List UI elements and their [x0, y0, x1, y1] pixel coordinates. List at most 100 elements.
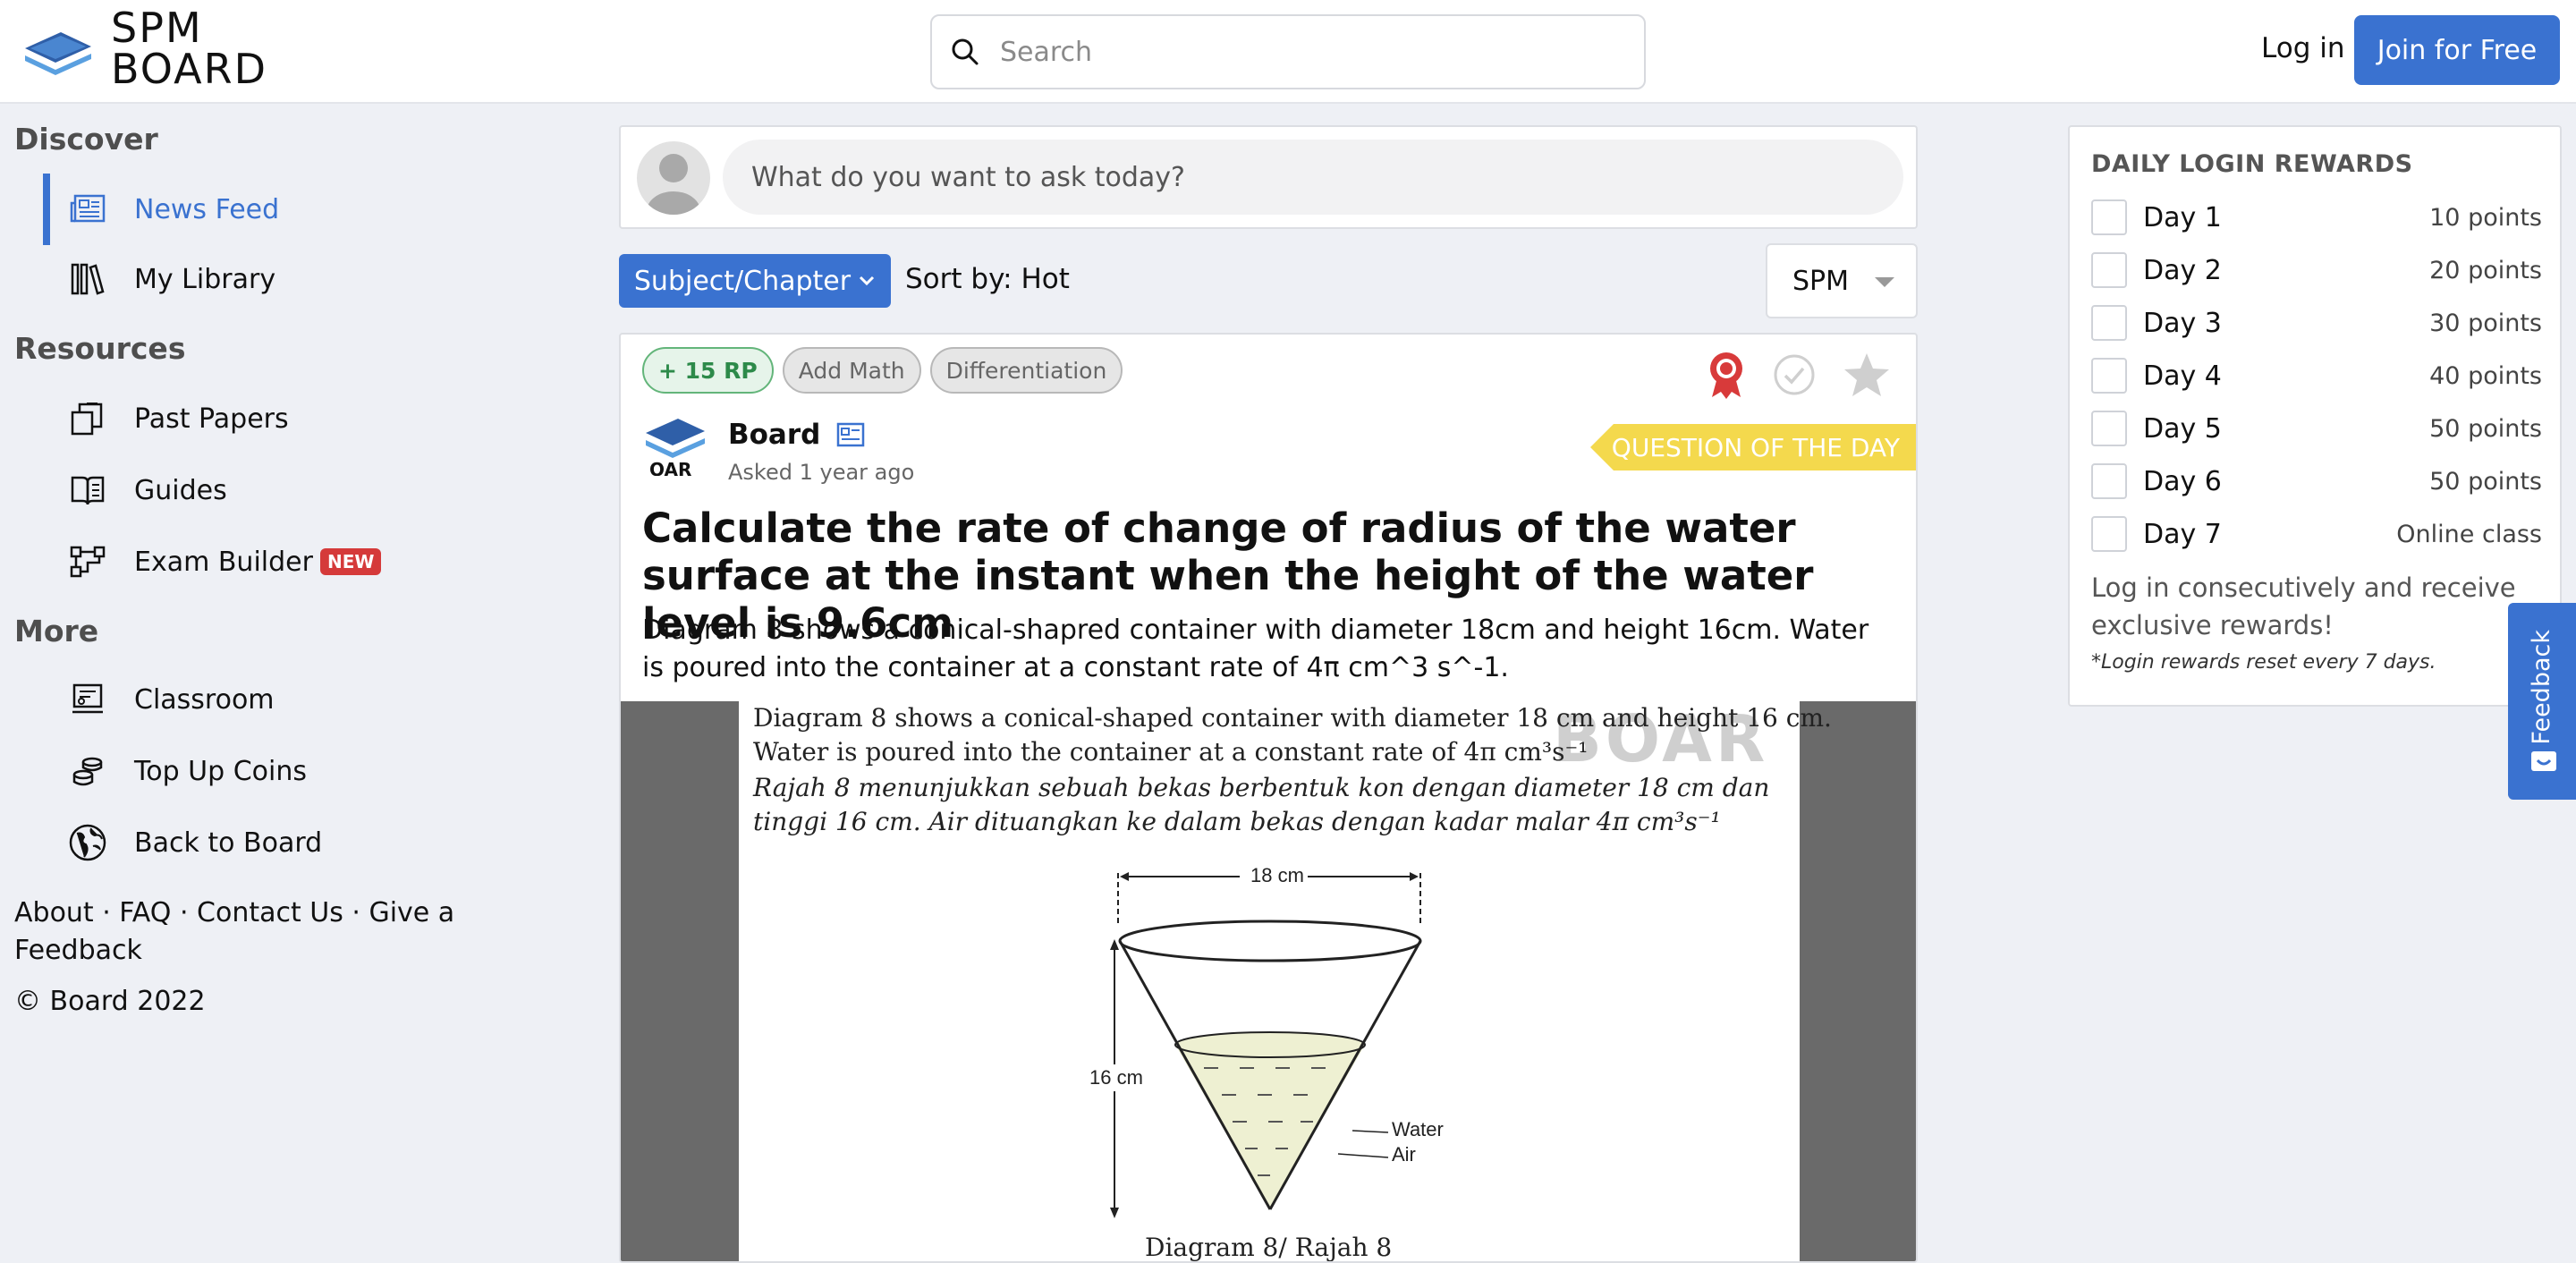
- sidebar-item-guides[interactable]: Guides: [43, 456, 227, 524]
- classroom-icon: [68, 680, 107, 719]
- day-reward: 20 points: [2429, 256, 2542, 284]
- sidebar-item-top-up-coins[interactable]: Top Up Coins: [43, 737, 307, 805]
- sidebar-item-back-to-board[interactable]: Back to Board: [43, 809, 322, 877]
- feedback-face-icon: [2531, 751, 2556, 771]
- day-checkbox: [2091, 305, 2127, 341]
- day-checkbox: [2091, 411, 2127, 446]
- post-actions: [1707, 351, 1891, 399]
- sort-by-selector[interactable]: Sort by: Hot: [905, 263, 1070, 295]
- verified-id-icon: [837, 422, 865, 447]
- day-label: Day 5: [2143, 412, 2222, 445]
- chevron-down-icon: [860, 275, 875, 286]
- chapter-tag[interactable]: Differentiation: [929, 347, 1123, 394]
- join-for-free-button[interactable]: Join for Free: [2354, 15, 2560, 85]
- footer-links[interactable]: About · FAQ · Contact Us · Give a Feedba…: [14, 894, 479, 970]
- books-icon: [68, 259, 107, 299]
- sidebar-item-label: Classroom: [134, 683, 275, 716]
- subject-chapter-dropdown[interactable]: Subject/Chapter: [619, 254, 891, 308]
- day-checkbox: [2091, 358, 2127, 394]
- top-navigation-bar: SPM BOARD Log in Join for Free: [0, 0, 2576, 104]
- day-label: Day 6: [2143, 465, 2222, 497]
- globe-icon: [68, 823, 107, 862]
- air-label: Air: [1392, 1143, 1416, 1166]
- logo-line-1: SPM: [111, 4, 203, 52]
- board-logo-icon: [25, 32, 91, 75]
- sidebar-item-past-papers[interactable]: Past Papers: [43, 385, 289, 453]
- reward-day-row: Day 6 50 points: [2091, 461, 2542, 502]
- feedback-label: Feedback: [2528, 630, 2555, 745]
- day-reward: 30 points: [2429, 309, 2542, 337]
- search-icon: [952, 38, 979, 65]
- sidebar-item-my-library[interactable]: My Library: [43, 245, 275, 313]
- star-icon[interactable]: [1843, 352, 1891, 398]
- reward-points-tag: + 15 RP: [642, 347, 774, 394]
- reward-day-row: Day 7 Online class: [2091, 513, 2542, 555]
- coins-icon: [68, 751, 107, 791]
- asked-timestamp: Asked 1 year ago: [728, 460, 915, 485]
- discover-section-title: Discover: [14, 122, 158, 157]
- subject-tag[interactable]: Add Math: [782, 347, 921, 394]
- day-checkbox: [2091, 463, 2127, 499]
- newspaper-icon: [68, 190, 107, 229]
- day-reward: 10 points: [2429, 203, 2542, 232]
- sidebar-item-label: Guides: [134, 474, 227, 506]
- post-body: Diagram 8 shows a conical-shapred contai…: [642, 615, 1869, 683]
- reward-day-row: Day 1 10 points: [2091, 197, 2542, 238]
- author-name[interactable]: Board: [728, 419, 865, 451]
- day-label: Day 4: [2143, 360, 2222, 392]
- sidebar-item-label: My Library: [134, 263, 276, 295]
- day-label: Day 3: [2143, 307, 2222, 339]
- level-select-value: SPM: [1792, 265, 1850, 297]
- height-label: 16 cm: [1089, 1064, 1143, 1091]
- author-avatar[interactable]: OAR: [642, 410, 708, 476]
- question-image-area[interactable]: BOAR Diagram 8 shows a conical-shaped co…: [621, 701, 1916, 1262]
- post-tags: + 15 RP Add Math Differentiation: [642, 347, 1123, 394]
- day-checkbox: [2091, 199, 2127, 235]
- question-image: BOAR Diagram 8 shows a conical-shaped co…: [739, 701, 1832, 1262]
- logo-line-2: BOARD: [111, 45, 267, 93]
- spm-board-logo[interactable]: SPM BOARD: [21, 7, 267, 89]
- diagram-caption: Diagram 8/ Rajah 8: [1145, 1233, 1393, 1262]
- check-circle-icon[interactable]: [1773, 353, 1816, 396]
- diameter-label: 18 cm: [1247, 864, 1308, 887]
- resources-section-title: Resources: [14, 331, 186, 366]
- sidebar-item-label: News Feed: [134, 193, 280, 225]
- water-label: Water: [1392, 1118, 1444, 1140]
- documents-icon: [68, 399, 107, 438]
- sidebar-item-label: Exam Builder: [134, 546, 313, 578]
- more-section-title: More: [14, 614, 99, 648]
- new-badge: NEW: [319, 548, 382, 575]
- question-of-the-day-banner: QUESTION OF THE DAY: [1590, 424, 1916, 470]
- caret-down-icon: [1875, 277, 1894, 287]
- day-checkbox: [2091, 252, 2127, 288]
- svg-text:OAR: OAR: [649, 459, 691, 476]
- cone-diagram: [1110, 872, 1422, 1218]
- rewards-title: DAILY LOGIN REWARDS: [2091, 150, 2413, 178]
- sidebar-item-label: Back to Board: [134, 826, 323, 859]
- daily-login-rewards-panel: DAILY LOGIN REWARDS Day 1 10 points Day …: [2068, 125, 2562, 707]
- sidebar-item-label: Past Papers: [134, 403, 289, 435]
- day-reward: 40 points: [2429, 361, 2542, 390]
- day-label: Day 7: [2143, 518, 2222, 550]
- day-reward: Online class: [2396, 520, 2542, 548]
- sidebar-item-label: Top Up Coins: [134, 755, 307, 787]
- day-reward: 50 points: [2429, 414, 2542, 443]
- day-checkbox: [2091, 516, 2127, 552]
- reward-day-row: Day 4 40 points: [2091, 355, 2542, 396]
- sidebar-item-exam-builder[interactable]: Exam Builder NEW: [43, 528, 382, 596]
- sidebar-item-news-feed[interactable]: News Feed: [43, 175, 279, 243]
- level-select[interactable]: SPM: [1766, 243, 1918, 318]
- day-label: Day 1: [2143, 201, 2222, 233]
- search-input[interactable]: [1000, 36, 1626, 68]
- ask-question-input[interactable]: What do you want to ask today?: [723, 140, 1903, 215]
- builder-icon: [68, 542, 107, 581]
- guide-book-icon: [68, 470, 107, 510]
- rewards-reset-note: *Login rewards reset every 7 days.: [2091, 651, 2436, 674]
- feedback-tab[interactable]: Feedback: [2508, 603, 2576, 800]
- search-bar[interactable]: [930, 14, 1646, 89]
- ask-question-box: What do you want to ask today?: [619, 125, 1918, 229]
- sidebar-item-classroom[interactable]: Classroom: [43, 665, 275, 733]
- login-link[interactable]: Log in: [2261, 32, 2344, 64]
- reward-day-row: Day 5 50 points: [2091, 408, 2542, 449]
- question-post-card[interactable]: + 15 RP Add Math Differentiation OAR Boa…: [619, 333, 1918, 1263]
